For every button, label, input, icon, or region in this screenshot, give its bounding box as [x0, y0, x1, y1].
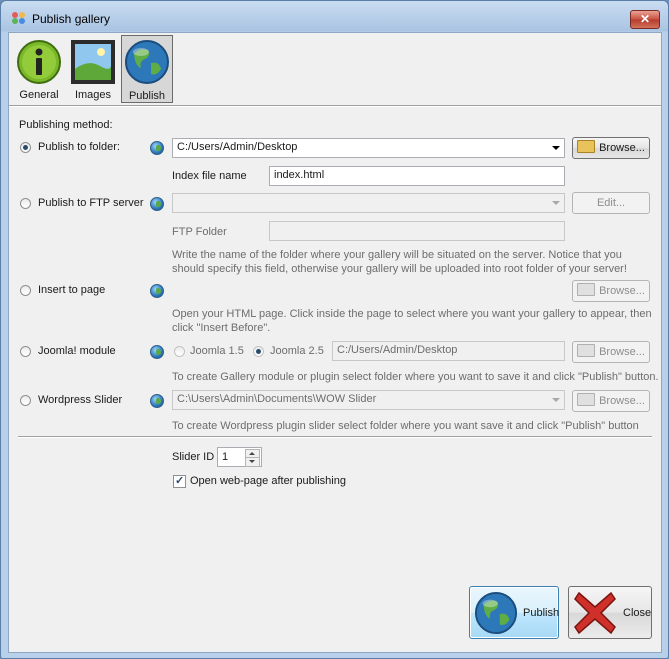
ftp-hint-line2: should specify this field, otherwise you… [172, 263, 627, 275]
window-title: Publish gallery [32, 12, 111, 26]
wordpress-hint: To create Wordpress plugin slider select… [172, 420, 639, 432]
tab-publish[interactable]: Publish [121, 35, 173, 103]
close-button-label: Close [623, 607, 652, 619]
browse-wordpress-button[interactable]: Browse... [572, 390, 650, 412]
toolbar-divider [9, 105, 661, 107]
app-icon [12, 12, 25, 24]
globe-icon [125, 40, 169, 84]
browse-folder-button[interactable]: Browse... [572, 137, 650, 159]
radio-publish-folder-label: Publish to folder: [38, 141, 120, 153]
insert-hint-line2: click "Insert Before". [172, 322, 271, 334]
radio-joomla-15[interactable] [174, 346, 185, 357]
chevron-down-icon [552, 398, 560, 402]
wordpress-path-value: C:\Users\Admin\Documents\WOW Slider [177, 393, 377, 405]
radio-insert-page[interactable] [20, 285, 31, 296]
browse-wordpress-label: Browse... [599, 395, 645, 407]
chevron-down-icon [552, 146, 560, 150]
help-globe-icon[interactable] [150, 141, 164, 155]
folder-icon [577, 283, 596, 296]
radio-joomla-module[interactable] [20, 346, 31, 357]
window-close-button[interactable]: ✕ [630, 10, 660, 29]
joomla-hint: To create Gallery module or plugin selec… [172, 371, 659, 383]
help-globe-icon[interactable] [150, 394, 164, 408]
radio-publish-ftp[interactable] [20, 198, 31, 209]
insert-hint-line1: Open your HTML page. Click inside the pa… [172, 308, 652, 320]
tab-publish-label: Publish [128, 90, 166, 102]
ftp-server-select[interactable] [172, 193, 565, 213]
open-after-checkbox[interactable] [173, 474, 186, 488]
tab-general-label: General [19, 89, 59, 101]
browse-insert-label: Browse... [599, 285, 645, 297]
browse-joomla-button[interactable]: Browse... [572, 341, 650, 363]
open-after-label: Open web-page after publishing [190, 475, 346, 487]
folder-path-value: C:/Users/Admin/Desktop [177, 141, 298, 153]
radio-publish-ftp-label: Publish to FTP server [38, 197, 144, 209]
browse-folder-label: Browse... [599, 142, 645, 154]
tab-images[interactable]: Images [67, 35, 119, 103]
slider-id-label: Slider ID [172, 451, 215, 463]
radio-insert-page-label: Insert to page [38, 284, 106, 296]
radio-joomla-15-label: Joomla 1.5 [190, 345, 244, 357]
publish-gallery-window: Publish gallery ✕ General Images Publish… [0, 0, 669, 659]
radio-joomla-25-label: Joomla 2.5 [270, 345, 324, 357]
index-file-label: Index file name [172, 170, 247, 182]
title-bar[interactable]: Publish gallery ✕ [1, 1, 668, 33]
options-divider [18, 436, 652, 438]
ftp-hint-line1: Write the name of the folder where your … [172, 249, 622, 261]
radio-wordpress-slider[interactable] [20, 395, 31, 406]
insert-hint: Open your HTML page. Click inside the pa… [172, 307, 652, 335]
tab-general[interactable]: General [13, 35, 65, 103]
index-file-input[interactable]: index.html [269, 166, 565, 186]
globe-icon [474, 591, 518, 635]
image-icon [71, 40, 115, 84]
ftp-folder-label: FTP Folder [172, 226, 227, 238]
chevron-down-icon [552, 201, 560, 205]
folder-icon [577, 344, 596, 357]
radio-joomla-module-label: Joomla! module [38, 345, 116, 357]
close-x-icon [574, 591, 616, 635]
folder-icon [577, 393, 596, 406]
help-globe-icon[interactable] [150, 284, 164, 298]
dialog-body: General Images Publish Publishing method… [8, 32, 662, 653]
browse-joomla-label: Browse... [599, 346, 645, 358]
stepper-down-icon[interactable] [245, 457, 260, 467]
joomla-path-value: C:/Users/Admin/Desktop [337, 344, 458, 356]
radio-publish-folder[interactable] [20, 142, 31, 153]
folder-path-select[interactable]: C:/Users/Admin/Desktop [172, 138, 565, 158]
publish-button-label: Publish [523, 607, 560, 619]
slider-id-stepper[interactable]: 1 [217, 447, 262, 467]
help-globe-icon[interactable] [150, 197, 164, 211]
radio-wordpress-slider-label: Wordpress Slider [38, 394, 123, 406]
help-globe-icon[interactable] [150, 345, 164, 359]
close-button[interactable]: Close [568, 586, 652, 639]
folder-icon [577, 140, 596, 153]
publish-button[interactable]: Publish [469, 586, 559, 639]
info-icon [17, 40, 61, 84]
ftp-folder-input[interactable] [269, 221, 565, 241]
edit-ftp-button[interactable]: Edit... [572, 192, 650, 214]
tab-images-label: Images [74, 89, 112, 101]
browse-insert-button[interactable]: Browse... [572, 280, 650, 302]
index-file-value: index.html [274, 169, 325, 181]
publishing-method-label: Publishing method: [19, 119, 113, 131]
wordpress-path-select[interactable]: C:\Users\Admin\Documents\WOW Slider [172, 390, 565, 410]
joomla-path-input[interactable]: C:/Users/Admin/Desktop [332, 341, 565, 361]
slider-id-value: 1 [222, 451, 229, 463]
ftp-hint: Write the name of the folder where your … [172, 248, 627, 276]
radio-joomla-25[interactable] [253, 346, 264, 357]
